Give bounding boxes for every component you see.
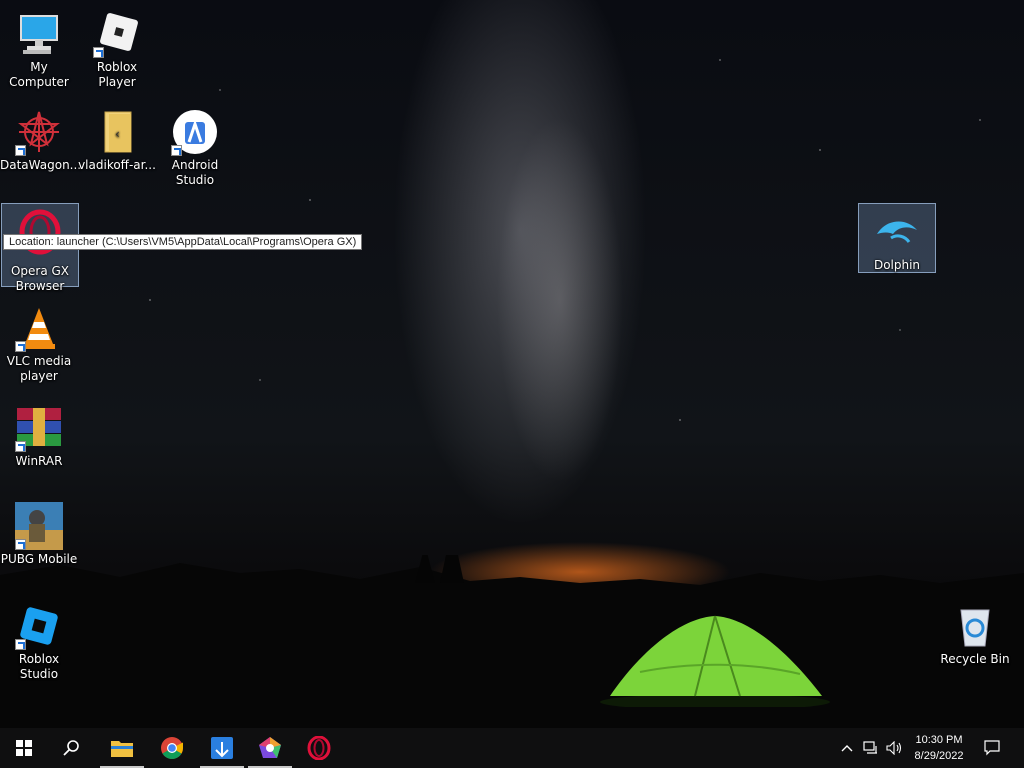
start-button[interactable] — [0, 728, 48, 768]
pubg-icon — [15, 502, 63, 550]
icon-label: Roblox Studio — [18, 652, 60, 681]
computer-icon — [15, 10, 63, 58]
taskbar: 10:30 PM 8/29/2022 — [0, 728, 1024, 768]
icon-label: PUBG Mobile — [0, 552, 78, 566]
recycle-bin-icon — [951, 602, 999, 650]
dolphin-icon — [873, 208, 921, 256]
action-center-button[interactable] — [978, 728, 1006, 768]
icon-label: vladikoff-ar... — [78, 158, 156, 172]
taskbar-file-explorer[interactable] — [98, 728, 146, 768]
chrome-icon — [161, 737, 183, 759]
desktop-icon-pubg[interactable]: PUBG Mobile — [0, 498, 78, 567]
clock[interactable]: 10:30 PM 8/29/2022 — [900, 728, 978, 768]
icon-label: Recycle Bin — [940, 652, 1010, 666]
network-button[interactable] — [860, 728, 882, 768]
icon-label: Roblox Player — [96, 60, 138, 89]
taskbar-app-installer[interactable] — [198, 728, 246, 768]
desktop-icon-recycle-bin[interactable]: Recycle Bin — [936, 598, 1014, 667]
glowing-tent — [600, 615, 830, 707]
winrar-icon — [15, 404, 63, 452]
desktop-icon-my-computer[interactable]: My Computer — [0, 6, 78, 90]
desktop-icon-winrar[interactable]: WinRAR — [0, 400, 78, 469]
taskbar-app-pentagon[interactable] — [246, 728, 294, 768]
desktop-icon-roblox-studio[interactable]: Roblox Studio — [0, 598, 78, 682]
desktop-icon-vladikoff-folder[interactable]: ‹ vladikoff-ar... — [78, 104, 156, 173]
app-installer-icon — [211, 737, 233, 759]
desktop-icon-vlc[interactable]: VLC media player — [0, 300, 78, 384]
network-icon — [863, 741, 877, 754]
icon-label: My Computer — [9, 60, 69, 89]
windows-start-icon — [16, 740, 32, 756]
datawagon-icon — [15, 108, 63, 156]
folder-icon: ‹ — [93, 108, 141, 156]
show-hidden-icons-button[interactable] — [838, 728, 856, 768]
clock-date: 8/29/2022 — [914, 750, 964, 762]
chevron-up-icon — [841, 745, 853, 752]
search-icon — [63, 740, 79, 756]
roblox-studio-icon — [15, 602, 63, 650]
app-pentagon-icon — [259, 737, 281, 758]
icon-label: WinRAR — [15, 454, 63, 468]
clock-time: 10:30 PM — [915, 734, 963, 746]
tooltip-opera-location: Location: launcher (C:\Users\VM5\AppData… — [3, 234, 363, 250]
taskbar-opera[interactable] — [295, 728, 343, 768]
vlc-icon — [15, 304, 63, 352]
file-explorer-icon — [111, 741, 133, 757]
search-button[interactable] — [48, 728, 96, 768]
opera-icon — [307, 736, 331, 760]
desktop[interactable]: My Computer Roblox Player DataWagon... ‹… — [0, 0, 1024, 728]
action-center-icon — [984, 740, 1000, 756]
desktop-icon-datawagon[interactable]: DataWagon... — [0, 104, 82, 173]
icon-label: VLC media player — [6, 354, 72, 383]
desktop-icon-android-studio[interactable]: Android Studio — [156, 104, 234, 188]
roblox-player-icon — [93, 10, 141, 58]
icon-label: Android Studio — [171, 158, 219, 187]
icon-label: Opera GX Browser — [10, 264, 70, 293]
android-studio-icon — [171, 108, 219, 156]
desktop-icon-dolphin[interactable]: Dolphin — [858, 203, 936, 273]
mountain-silhouette — [0, 555, 1024, 728]
taskbar-chrome[interactable] — [148, 728, 196, 768]
svg-text:‹: ‹ — [115, 127, 120, 141]
desktop-icon-roblox-player[interactable]: Roblox Player — [78, 6, 156, 90]
icon-label: DataWagon... — [0, 158, 82, 172]
icon-label: Dolphin — [873, 258, 921, 272]
